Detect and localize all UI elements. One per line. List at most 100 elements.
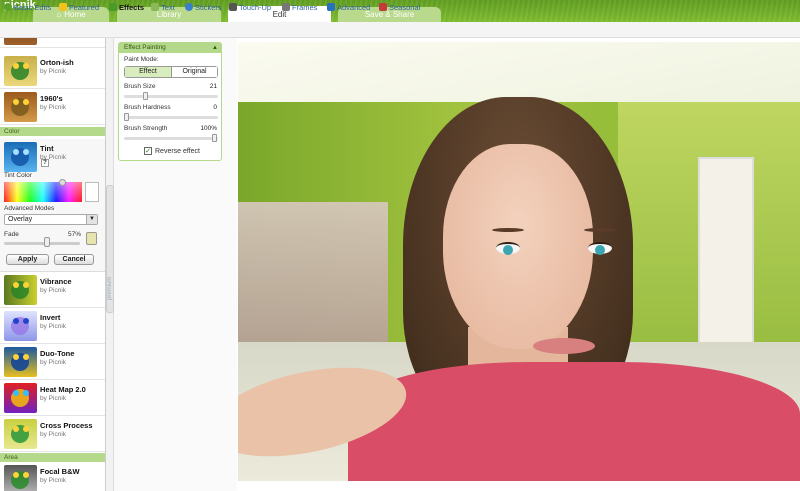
gear-icon: [4, 3, 12, 11]
premium-label: premium: [107, 276, 113, 300]
effect-thumbnail: [4, 465, 37, 491]
effect-name: Cross Process: [40, 421, 93, 430]
tint-color-label: Tint Color: [4, 172, 32, 179]
effect-name: Duo-Tone: [40, 349, 75, 358]
paint-brush-icon[interactable]: [86, 232, 97, 245]
effect-name: Invert: [40, 313, 61, 322]
photo-eye-left: [496, 242, 520, 255]
effect-name: Heat Map 2.0: [40, 385, 86, 394]
collapse-icon[interactable]: ▲: [212, 43, 218, 53]
brush-hardness-value: 0: [213, 104, 217, 111]
text-icon: [151, 3, 159, 11]
apply-button[interactable]: Apply: [6, 254, 49, 265]
chevron-down-icon: ▼: [86, 215, 97, 224]
effect-author: by Picnik: [40, 104, 67, 111]
reverse-effect-label[interactable]: Reverse effect: [155, 148, 200, 155]
effect-name: 1960's: [40, 94, 63, 103]
brush-hardness-slider[interactable]: [124, 116, 218, 119]
paint-mode-effect-button[interactable]: Effect: [125, 67, 171, 77]
effect-item-tint[interactable]: Tint by Picnik: [0, 139, 105, 175]
brush-size-slider[interactable]: [124, 95, 218, 98]
spectrum-overlay: [4, 182, 82, 202]
fade-value: 57%: [68, 231, 82, 238]
subtab-text[interactable]: Text: [151, 2, 175, 14]
blend-mode-select[interactable]: Overlay ▼: [4, 214, 98, 225]
effect-name: Vibrance: [40, 277, 72, 286]
section-header-color: Color: [0, 127, 105, 136]
touchup-icon: [229, 3, 237, 11]
section-header-area: Area: [0, 453, 105, 462]
brush-strength-value: 100%: [200, 125, 217, 132]
photo-canvas[interactable]: [238, 42, 800, 481]
effect-item-vibrance[interactable]: Vibrance by Picnik: [0, 272, 105, 308]
sticker-icon: [185, 3, 193, 11]
edit-toolbar: [0, 22, 800, 38]
effect-thumbnail: [4, 275, 37, 305]
brush-size-label: Brush Size: [124, 83, 156, 90]
brush-size-knob[interactable]: [143, 92, 148, 100]
photo-eye-right: [588, 242, 612, 255]
paint-mode-toggle: Effect Original: [124, 66, 218, 78]
effect-item-focal-bw[interactable]: Focal B&W by Picnik: [0, 462, 105, 491]
photo-brow-left: [492, 228, 524, 232]
color-picker-knob[interactable]: [59, 179, 66, 186]
effect-author: by Picnik: [40, 68, 67, 75]
photo-brow-right: [584, 228, 616, 232]
effect-author: by Picnik: [40, 477, 67, 484]
subtab-basic-edits[interactable]: Basic Edits: [4, 2, 51, 14]
effect-item-invert[interactable]: Invert by Picnik: [0, 308, 105, 344]
effect-item-1960s[interactable]: 1960's by Picnik: [0, 89, 105, 125]
fade-label: Fade: [4, 231, 19, 238]
effect-thumbnail: [4, 383, 37, 413]
cancel-button[interactable]: Cancel: [54, 254, 94, 265]
subtab-stickers[interactable]: Stickers: [185, 2, 222, 14]
effect-item-duo-tone[interactable]: Duo-Tone by Picnik: [0, 344, 105, 380]
effect-thumbnail: [4, 347, 37, 377]
subtab-touch-up[interactable]: Touch-Up: [229, 2, 271, 14]
effect-thumbnail: [4, 92, 37, 122]
effect-item-partial[interactable]: [0, 38, 105, 48]
effect-thumbnail: [4, 38, 37, 45]
effect-painting-header[interactable]: Effect Painting ▲: [119, 43, 221, 53]
effect-author: by Picnik: [40, 287, 67, 294]
paint-mode-original-button[interactable]: Original: [171, 67, 217, 77]
brush-size-value: 21: [209, 83, 217, 90]
effect-name: Focal B&W: [40, 467, 80, 476]
photo-door: [698, 157, 754, 367]
effect-thumbnail: [4, 142, 37, 172]
calendar-icon: [379, 3, 387, 11]
effect-name: Tint: [40, 144, 54, 153]
photo-shelf: [238, 202, 388, 362]
subtab-effects[interactable]: Effects: [109, 2, 144, 14]
help-icon[interactable]: ?: [41, 159, 49, 167]
paint-mode-label: Paint Mode:: [124, 56, 159, 63]
selected-color-swatch[interactable]: [85, 182, 99, 202]
subtab-seasonal[interactable]: Seasonal: [379, 2, 420, 14]
brush-strength-slider[interactable]: [124, 137, 218, 140]
brush-strength-knob[interactable]: [212, 134, 217, 142]
effect-thumbnail: [4, 311, 37, 341]
effect-painting-box: Effect Painting ▲ Paint Mode: Effect Ori…: [118, 42, 222, 161]
effect-author: by Picnik: [40, 395, 67, 402]
blend-mode-value: Overlay: [8, 216, 33, 223]
reverse-effect-checkbox[interactable]: ✓: [144, 147, 152, 155]
fade-slider-track[interactable]: [4, 242, 80, 245]
effect-thumbnail: [4, 419, 37, 449]
brush-strength-label: Brush Strength: [124, 125, 168, 132]
advanced-icon: [327, 3, 335, 11]
photo-lips: [533, 338, 595, 354]
effect-item-heat-map[interactable]: Heat Map 2.0 by Picnik: [0, 380, 105, 416]
effect-author: by Picnik: [40, 431, 67, 438]
effect-name: Orton-ish: [40, 58, 74, 67]
brush-hardness-knob[interactable]: [124, 113, 129, 121]
effect-item-cross-process[interactable]: Cross Process by Picnik: [0, 416, 105, 452]
effect-painting-title: Effect Painting: [124, 44, 166, 51]
effect-item-orton[interactable]: Orton-ish by Picnik: [0, 53, 105, 89]
subtab-advanced[interactable]: Advanced: [327, 2, 370, 14]
fade-slider-knob[interactable]: [44, 237, 51, 247]
photo-shirt: [348, 362, 800, 481]
subtab-frames[interactable]: Frames: [282, 2, 317, 14]
advanced-modes-label: Advanced Modes: [4, 205, 55, 212]
subtab-featured[interactable]: Featured: [59, 2, 99, 14]
star-icon: [59, 3, 67, 11]
